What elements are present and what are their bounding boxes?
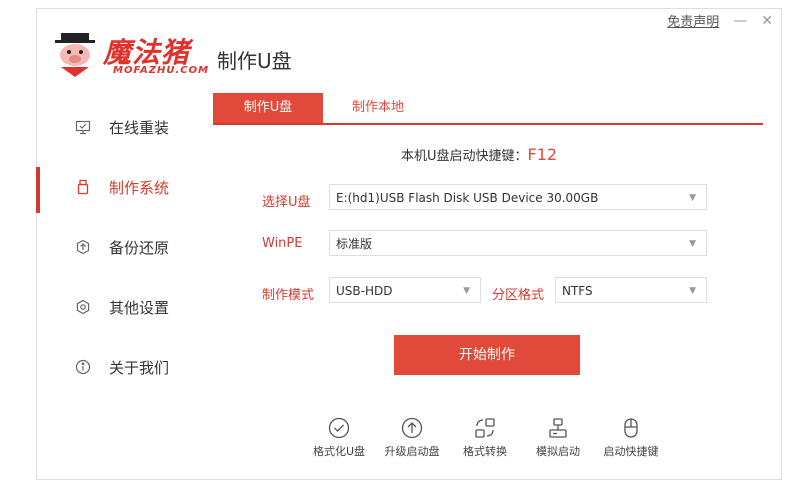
hotkey-label: 本机U盘启动快捷键： — [401, 149, 528, 164]
tool-format-usb[interactable]: 格式化U盘 — [307, 417, 371, 459]
winpe-select-label: WinPE — [262, 236, 303, 251]
simulate-icon — [549, 418, 567, 438]
tool-label: 模拟启动 — [536, 445, 580, 458]
tool-label: 启动快捷键 — [603, 445, 659, 458]
sidebar-item-label: 其他设置 — [109, 298, 170, 317]
sidebar-item-backup-restore[interactable]: 备份还原 — [37, 217, 207, 277]
pig-mascot-icon — [55, 33, 95, 77]
boot-hotkey-info: 本机U盘启动快捷键：F12 — [401, 145, 557, 164]
sidebar-item-make-system[interactable]: 制作系统 — [36, 157, 207, 217]
minimize-button[interactable]: — — [733, 13, 747, 29]
sidebar-item-online-reinstall[interactable]: 在线重装 — [37, 97, 207, 157]
sidebar-item-label: 制作系统 — [109, 178, 170, 197]
tool-boot-hotkey[interactable]: 启动快捷键 — [599, 417, 663, 459]
tool-label: 格式化U盘 — [312, 445, 366, 458]
monitor-icon — [75, 119, 91, 135]
chevron-down-icon: ▼ — [689, 193, 696, 203]
sidebar: 在线重装 制作系统 备份还原 其他设置 关于我们 — [36, 97, 207, 397]
usb-select[interactable]: E:(hd1)USB Flash Disk USB Device 30.00GB… — [329, 184, 707, 210]
usb-select-label: 选择U盘 — [262, 195, 311, 210]
info-icon — [75, 359, 91, 375]
sidebar-item-about-us[interactable]: 关于我们 — [37, 337, 207, 397]
brand-domain: MOFAZHU.COM — [113, 65, 210, 76]
tab-make-local[interactable]: 制作本地 — [323, 93, 433, 123]
page-title: 制作U盘 — [217, 49, 292, 73]
upload-circle-icon — [401, 417, 423, 439]
chevron-down-icon: ▼ — [689, 239, 696, 249]
sidebar-item-label: 备份还原 — [109, 238, 170, 257]
check-circle-icon — [328, 417, 350, 439]
partition-select[interactable]: NTFS ▼ — [555, 277, 707, 303]
usb-select-value: E:(hd1)USB Flash Disk USB Device 30.00GB — [336, 191, 599, 205]
mode-select-label: 制作模式 — [262, 288, 315, 303]
partition-select-value: NTFS — [562, 284, 593, 298]
tool-format-convert[interactable]: 格式转换 — [453, 417, 517, 459]
sidebar-item-other-settings[interactable]: 其他设置 — [37, 277, 207, 337]
mode-select[interactable]: USB-HDD ▼ — [329, 277, 481, 303]
tool-label: 格式转换 — [463, 445, 507, 458]
close-button[interactable]: ✕ — [761, 13, 773, 29]
winpe-select-value: 标准版 — [336, 237, 373, 251]
backup-icon — [75, 239, 91, 255]
brand-logo: 魔法猪 MOFAZHU.COM — [55, 31, 215, 79]
usb-icon — [75, 179, 91, 195]
gear-icon — [75, 299, 91, 315]
app-window: 免责声明 — ✕ 魔法猪 MOFAZHU.COM 制作U盘 在线重装 制作系统 … — [36, 8, 782, 480]
tab-bar: 制作U盘 制作本地 — [213, 93, 763, 125]
sidebar-item-label: 在线重装 — [109, 118, 170, 137]
chevron-down-icon: ▼ — [689, 286, 696, 296]
partition-select-label: 分区格式 — [492, 288, 545, 303]
tab-make-usb[interactable]: 制作U盘 — [213, 93, 323, 123]
chevron-down-icon: ▼ — [463, 286, 470, 296]
disclaimer-link[interactable]: 免责声明 — [667, 11, 719, 30]
convert-icon — [475, 418, 495, 438]
window-controls: 免责声明 — ✕ — [667, 11, 773, 31]
sidebar-item-label: 关于我们 — [109, 358, 170, 377]
tool-label: 升级启动盘 — [384, 445, 440, 458]
winpe-select[interactable]: 标准版 ▼ — [329, 230, 707, 256]
start-make-button[interactable]: 开始制作 — [394, 335, 580, 375]
mouse-icon — [624, 418, 638, 438]
tool-upgrade-boot-disk[interactable]: 升级启动盘 — [380, 417, 444, 459]
tool-simulate-boot[interactable]: 模拟启动 — [526, 417, 590, 459]
hotkey-value: F12 — [527, 145, 558, 164]
mode-select-value: USB-HDD — [336, 284, 393, 298]
